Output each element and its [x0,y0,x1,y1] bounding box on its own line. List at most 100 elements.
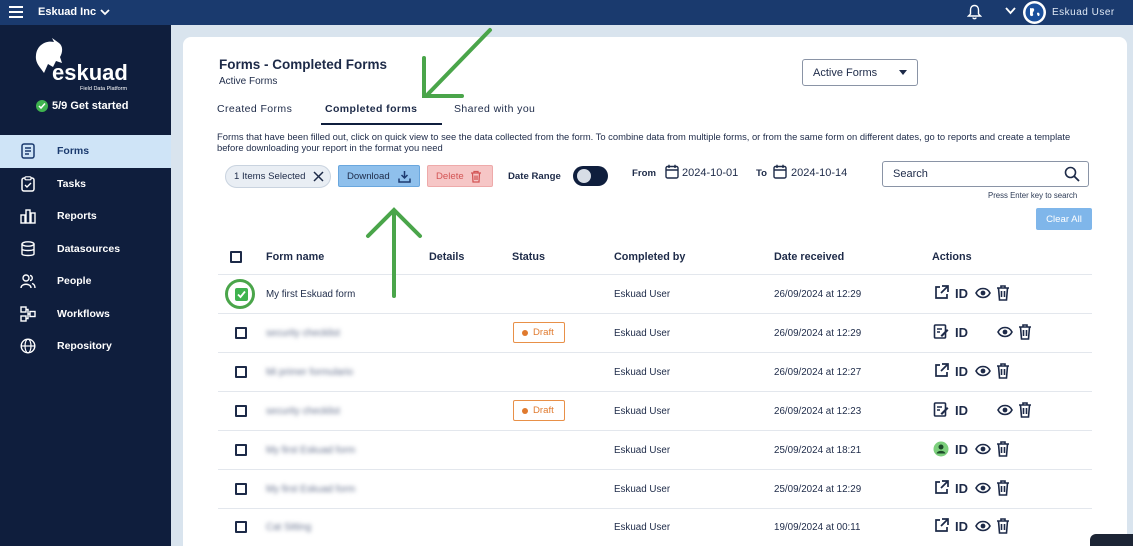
table-row[interactable]: security checklist Draft Eskuad User 26/… [218,392,1092,431]
id-label[interactable]: ID [955,286,968,301]
form-name[interactable]: Mi primer formulario [266,367,353,378]
from-date[interactable]: 2024-10-01 [682,167,738,179]
calendar-icon[interactable] [665,164,679,179]
row-checkbox[interactable] [235,405,247,417]
toggle-knob [577,169,591,183]
col-date-received: Date received [774,251,845,263]
caret-down-icon [899,70,907,75]
id-label[interactable]: ID [955,364,968,379]
eye-icon[interactable] [975,481,991,495]
form-name[interactable]: My first Eskuad form [266,289,355,300]
sidebar-item-workflows[interactable]: Workflows [0,298,171,331]
active-forms-select[interactable]: Active Forms [802,59,918,86]
eye-icon[interactable] [997,325,1013,339]
date-received: 25/09/2024 at 12:29 [774,484,862,495]
date-range-toggle[interactable] [573,166,608,186]
page-subtitle: Active Forms [219,76,278,87]
table-row[interactable]: My first Eskuad form Eskuad User 26/09/2… [218,275,1092,314]
select-all-checkbox[interactable] [230,251,242,263]
trash-icon[interactable] [1018,401,1032,418]
form-name[interactable]: security checklist [266,406,340,417]
share-icon[interactable] [933,362,950,379]
id-label[interactable]: ID [955,325,968,340]
close-icon[interactable] [313,171,324,182]
row-checkbox[interactable] [235,444,247,456]
eye-icon[interactable] [975,519,991,533]
table-row[interactable]: security checklist Draft Eskuad User 26/… [218,314,1092,353]
row-checkbox[interactable] [235,366,247,378]
bell-icon[interactable] [967,4,982,20]
get-started-link[interactable]: 5/9 Get started [36,100,128,112]
trash-icon[interactable] [996,517,1010,534]
form-name[interactable]: My first Eskuad form [266,445,355,456]
menu-icon[interactable] [9,6,23,18]
org-name: Eskuad Inc [38,6,97,18]
table-row[interactable]: Cat Sitting Eskuad User 19/09/2024 at 00… [218,508,1092,546]
sidebar-item-label: Workflows [57,307,110,320]
tab-created-forms[interactable]: Created Forms [217,103,321,125]
chevron-down-icon[interactable] [1005,7,1016,15]
sidebar-item-datasources[interactable]: Datasources [0,233,171,266]
status-dot [522,407,528,414]
eye-icon[interactable] [975,442,991,456]
row-checkbox[interactable] [235,327,247,339]
id-label[interactable]: ID [955,403,968,418]
table-row[interactable]: My first Eskuad form Eskuad User 25/09/2… [218,470,1092,509]
id-label[interactable]: ID [955,481,968,496]
share-icon[interactable] [933,517,950,534]
bar-chart-icon [20,208,36,224]
delete-button[interactable]: Delete [427,165,493,187]
trash-icon[interactable] [996,284,1010,301]
share-icon[interactable] [933,284,950,301]
eye-icon[interactable] [975,364,991,378]
sidebar-item-reports[interactable]: Reports [0,200,171,233]
sidebar-item-tasks[interactable]: Tasks [0,168,171,201]
download-icon [398,171,411,183]
brand-tagline: Field Data Platform [80,86,127,92]
trash-icon[interactable] [996,362,1010,379]
row-checkbox[interactable] [235,483,247,495]
tab-completed-forms[interactable]: Completed forms [321,103,442,125]
id-label[interactable]: ID [955,519,968,534]
search-icon[interactable] [1064,166,1080,182]
clear-all-button[interactable]: Clear All [1036,208,1092,230]
people-icon [20,273,36,289]
date-received: 26/09/2024 at 12:27 [774,367,862,378]
row-checkbox[interactable] [235,521,247,533]
to-date[interactable]: 2024-10-14 [791,167,847,179]
trash-icon[interactable] [996,440,1010,457]
sidebar-item-forms[interactable]: Forms [0,135,171,168]
form-name[interactable]: security checklist [266,328,340,339]
form-name[interactable]: Cat Sitting [266,522,311,533]
sidebar-item-repository[interactable]: Repository [0,330,171,363]
download-button[interactable]: Download [338,165,420,187]
selected-items-chip: 1 Items Selected [225,165,331,188]
calendar-icon[interactable] [773,164,787,179]
file-icon [20,143,36,159]
date-range-label: Date Range [508,171,561,182]
tab-shared-with-you[interactable]: Shared with you [442,103,542,125]
trash-icon[interactable] [996,479,1010,496]
col-form-name: Form name [266,251,325,263]
chat-widget-tab[interactable] [1090,534,1133,546]
delete-label: Delete [436,170,464,182]
user-icon[interactable] [933,441,949,457]
user-name[interactable]: Eskuad User [1052,7,1115,18]
edit-icon[interactable] [933,323,950,340]
sidebar-item-people[interactable]: People [0,265,171,298]
trash-icon[interactable] [1018,323,1032,340]
form-name[interactable]: My first Eskuad form [266,484,355,495]
edit-icon[interactable] [933,401,950,418]
eye-icon[interactable] [997,403,1013,417]
table-row[interactable]: Mi primer formulario Eskuad User 26/09/2… [218,353,1092,392]
eye-icon[interactable] [975,286,991,300]
table-row[interactable]: My first Eskuad form Eskuad User 25/09/2… [218,431,1092,470]
workflow-icon [20,306,36,322]
search-input[interactable]: Search [882,161,1089,187]
share-icon[interactable] [933,479,950,496]
org-switcher[interactable]: Eskuad Inc [38,6,110,18]
avatar[interactable] [1023,1,1046,24]
id-label[interactable]: ID [955,442,968,457]
status-label: Draft [533,327,554,338]
eskuad-logo: eskuad Field Data Platform [32,37,137,95]
